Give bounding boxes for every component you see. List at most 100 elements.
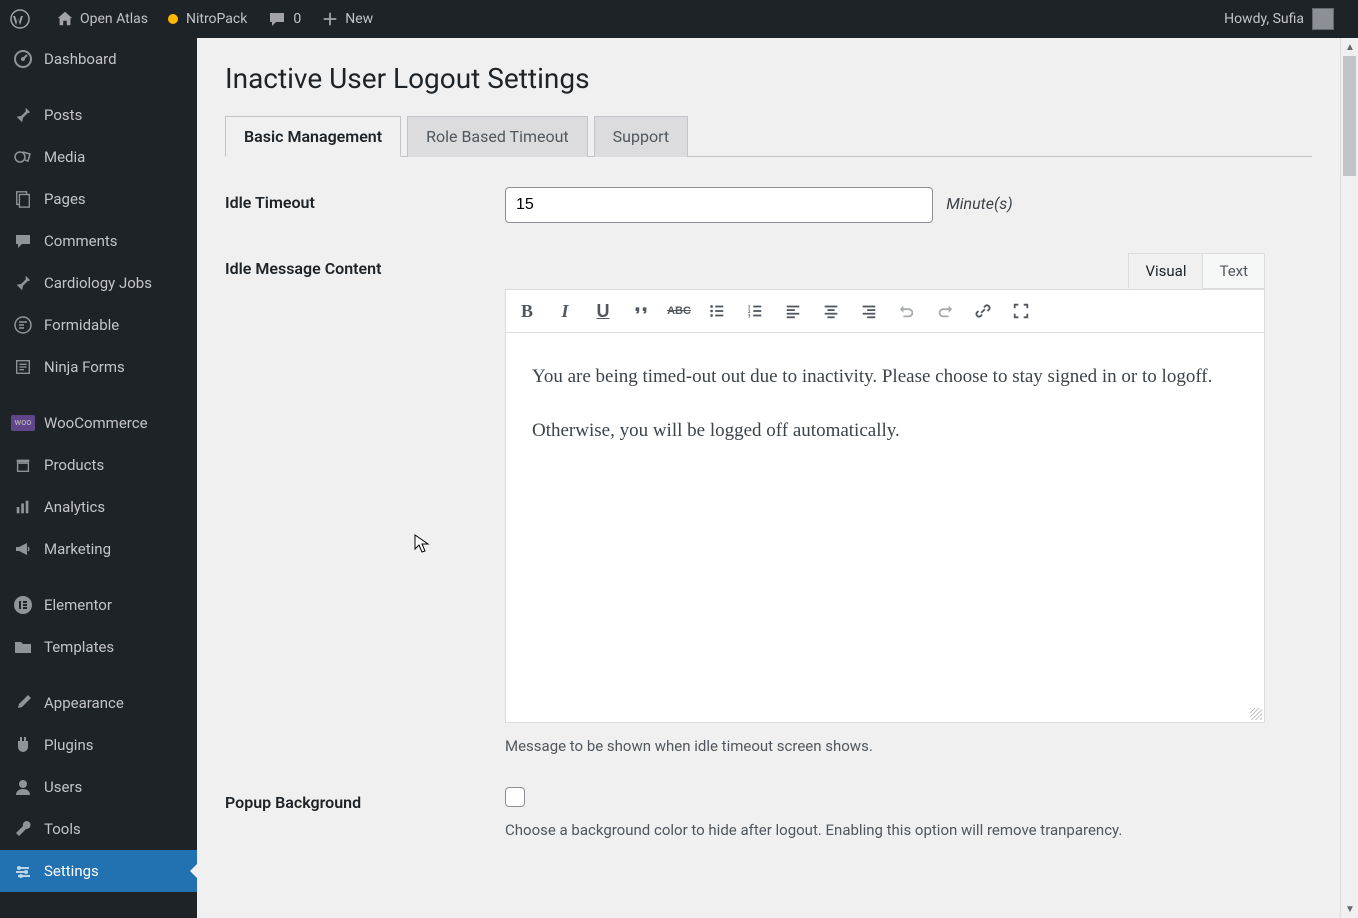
sidebar-item-label: Appearance (44, 694, 124, 712)
sidebar-item-cardiology[interactable]: Cardiology Jobs (0, 262, 197, 304)
form-icon (12, 356, 34, 378)
new-link[interactable]: New (311, 0, 383, 38)
howdy-text: Howdy, Sufia (1224, 11, 1304, 27)
sidebar-item-comments[interactable]: Comments (0, 220, 197, 262)
pin-icon (12, 272, 34, 294)
idle-message-help: Message to be shown when idle timeout sc… (505, 737, 1265, 755)
vertical-scrollbar[interactable]: ▲ ▼ (1340, 38, 1358, 918)
row-idle-timeout: Idle Timeout Minute(s) (225, 187, 1312, 223)
tab-role-based-timeout[interactable]: Role Based Timeout (407, 116, 588, 157)
sidebar-item-label: Products (44, 456, 104, 474)
scroll-up-arrow[interactable]: ▲ (1341, 38, 1358, 56)
label-idle-message: Idle Message Content (225, 253, 505, 755)
editor-tab-text[interactable]: Text (1202, 253, 1265, 289)
nitropack-status-dot (168, 14, 178, 24)
sidebar-item-label: Users (44, 778, 82, 796)
fullscreen-button[interactable] (1010, 300, 1032, 322)
align-center-button[interactable] (820, 300, 842, 322)
row-popup-background: Popup Background Choose a background col… (225, 787, 1312, 839)
editor-paragraph: You are being timed-out out due to inact… (532, 361, 1238, 393)
scrollbar-thumb[interactable] (1343, 56, 1356, 176)
sidebar-item-analytics[interactable]: Analytics (0, 486, 197, 528)
editor-resize-handle[interactable] (1250, 708, 1262, 720)
comments-count: 0 (293, 11, 301, 27)
sidebar-item-label: Plugins (44, 736, 93, 754)
sidebar-item-pages[interactable]: Pages (0, 178, 197, 220)
user-icon (12, 776, 34, 798)
plugin-icon (12, 734, 34, 756)
sidebar-item-dashboard[interactable]: Dashboard (0, 38, 197, 80)
editor-tab-visual[interactable]: Visual (1128, 253, 1203, 289)
site-link[interactable]: Open Atlas (46, 0, 158, 38)
admin-sidebar: Dashboard Posts Media Pages Comments Car… (0, 38, 197, 918)
scroll-down-arrow[interactable]: ▼ (1341, 900, 1358, 918)
number-list-button[interactable]: 123 (744, 300, 766, 322)
editor-content[interactable]: You are being timed-out out due to inact… (505, 333, 1265, 723)
nitropack-link[interactable]: NitroPack (158, 0, 257, 38)
sidebar-item-settings[interactable]: Settings (0, 850, 197, 892)
undo-button[interactable] (896, 300, 918, 322)
blockquote-button[interactable] (630, 300, 652, 322)
popup-background-checkbox[interactable] (505, 787, 525, 807)
sidebar-item-label: WooCommerce (44, 414, 148, 432)
label-idle-timeout: Idle Timeout (225, 187, 505, 223)
sidebar-item-ninjaforms[interactable]: Ninja Forms (0, 346, 197, 388)
bullet-list-button[interactable] (706, 300, 728, 322)
content-area: Inactive User Logout Settings Basic Mana… (197, 38, 1340, 918)
sidebar-item-label: Dashboard (44, 50, 117, 68)
align-right-button[interactable] (858, 300, 880, 322)
sidebar-item-posts[interactable]: Posts (0, 94, 197, 136)
sidebar-item-label: Ninja Forms (44, 358, 125, 376)
admin-bar-right: Howdy, Sufia (1214, 0, 1358, 38)
sidebar-item-label: Elementor (44, 596, 112, 614)
scrollbar-track[interactable] (1341, 56, 1358, 900)
comments-link[interactable]: 0 (257, 0, 311, 38)
idle-timeout-input[interactable] (505, 187, 933, 223)
megaphone-icon (12, 538, 34, 560)
formidable-icon (12, 314, 34, 336)
field-idle-timeout: Minute(s) (505, 187, 1312, 223)
italic-button[interactable]: I (554, 300, 576, 322)
row-idle-message: Idle Message Content Visual Text B I U A… (225, 253, 1312, 755)
sidebar-item-label: Marketing (44, 540, 111, 558)
sidebar-item-products[interactable]: Products (0, 444, 197, 486)
sidebar-item-users[interactable]: Users (0, 766, 197, 808)
sidebar-item-appearance[interactable]: Appearance (0, 682, 197, 724)
editor-tabs: Visual Text (505, 253, 1265, 289)
strikethrough-button[interactable]: ABC (668, 300, 690, 322)
field-idle-message: Visual Text B I U ABC 123 (505, 253, 1312, 755)
sidebar-item-tools[interactable]: Tools (0, 808, 197, 850)
sidebar-item-label: Tools (44, 820, 81, 838)
popup-background-help: Choose a background color to hide after … (505, 821, 1312, 839)
svg-text:3: 3 (748, 313, 751, 319)
sidebar-item-plugins[interactable]: Plugins (0, 724, 197, 766)
sidebar-item-media[interactable]: Media (0, 136, 197, 178)
align-left-button[interactable] (782, 300, 804, 322)
my-account[interactable]: Howdy, Sufia (1214, 0, 1344, 38)
sidebar-item-label: Analytics (44, 498, 105, 516)
sidebar-item-woocommerce[interactable]: woo WooCommerce (0, 402, 197, 444)
settings-icon (12, 860, 34, 882)
sidebar-item-templates[interactable]: Templates (0, 626, 197, 668)
underline-button[interactable]: U (592, 300, 614, 322)
new-label: New (345, 11, 373, 27)
pages-icon (12, 188, 34, 210)
sidebar-item-elementor[interactable]: Elementor (0, 584, 197, 626)
sidebar-item-formidable[interactable]: Formidable (0, 304, 197, 346)
label-popup-background: Popup Background (225, 787, 505, 839)
sidebar-item-label: Pages (44, 190, 86, 208)
brush-icon (12, 692, 34, 714)
redo-button[interactable] (934, 300, 956, 322)
dashboard-icon (12, 48, 34, 70)
sidebar-item-label: Cardiology Jobs (44, 274, 152, 292)
sidebar-item-marketing[interactable]: Marketing (0, 528, 197, 570)
field-popup-background: Choose a background color to hide after … (505, 787, 1312, 839)
link-button[interactable] (972, 300, 994, 322)
wp-logo[interactable] (0, 0, 46, 38)
bold-button[interactable]: B (516, 300, 538, 322)
tab-basic-management[interactable]: Basic Management (225, 116, 401, 157)
sidebar-item-label: Settings (44, 862, 99, 880)
sidebar-item-label: Templates (44, 638, 114, 656)
tab-support[interactable]: Support (594, 116, 688, 157)
sidebar-item-label: Posts (44, 106, 82, 124)
